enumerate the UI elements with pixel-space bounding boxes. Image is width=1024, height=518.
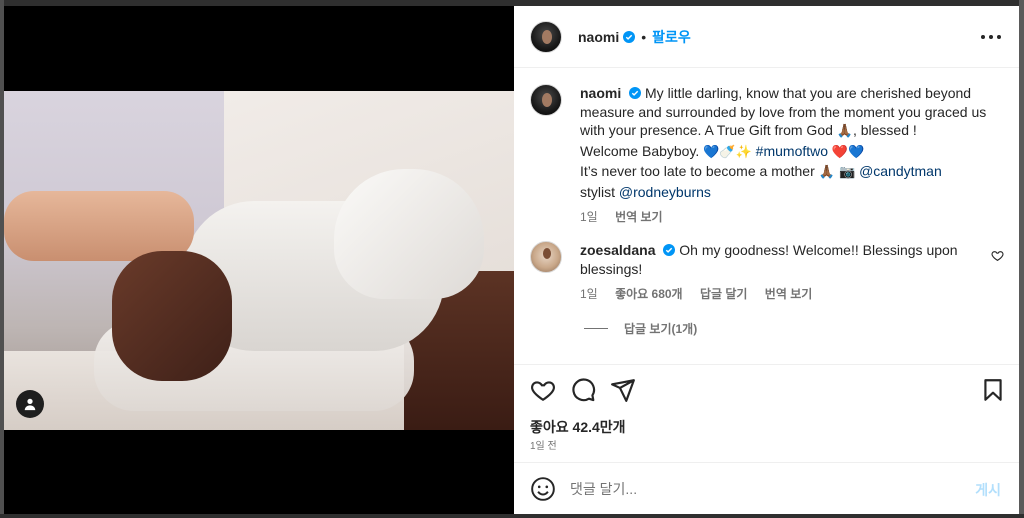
send-icon[interactable] bbox=[610, 377, 636, 403]
post-timestamp[interactable]: 1일 전 bbox=[530, 437, 557, 452]
post-header: naomi • 팔로우 bbox=[514, 6, 1019, 68]
mention-link[interactable]: @candytman bbox=[859, 163, 942, 179]
caption-line: My little darling, know that you are che… bbox=[645, 85, 972, 101]
comment-likes[interactable]: 좋아요 680개 bbox=[615, 287, 683, 301]
camera-emoji: 🙏🏾 📷 bbox=[818, 165, 856, 180]
comment-composer: 게시 bbox=[514, 462, 1019, 514]
caption-meta: 1일 번역 보기 bbox=[580, 208, 990, 227]
see-translation-button[interactable]: 번역 보기 bbox=[615, 210, 663, 224]
post-photo[interactable] bbox=[4, 91, 514, 430]
comment-text: zoesaldana Oh my goodness! Welcome!! Ble… bbox=[580, 241, 970, 304]
caption-line: It’s never too late to become a mother bbox=[580, 163, 815, 179]
hashtag-link[interactable]: #mumoftwo bbox=[756, 143, 828, 159]
caption-line: Welcome Babyboy. bbox=[580, 142, 700, 159]
comment-icon[interactable] bbox=[570, 377, 596, 403]
backdrop-bottom bbox=[0, 514, 1024, 518]
mention-link[interactable]: @rodneyburns bbox=[619, 184, 711, 200]
post-details-panel: naomi • 팔로우 naomi My little darling, kno… bbox=[514, 6, 1019, 514]
pray-emoji: 🙏🏾 bbox=[836, 124, 853, 139]
heart-icon[interactable] bbox=[530, 377, 556, 403]
photo-hand bbox=[112, 251, 232, 381]
caption-line: , blessed ! bbox=[852, 122, 917, 138]
reply-button[interactable]: 답글 달기 bbox=[700, 287, 748, 301]
smiley-icon[interactable] bbox=[530, 476, 556, 502]
commenter-avatar[interactable] bbox=[530, 241, 562, 273]
caption-line: measure and surrounded by love from the … bbox=[580, 103, 968, 120]
verified-badge-icon bbox=[629, 87, 642, 99]
post-comment-button[interactable]: 게시 bbox=[975, 480, 1001, 500]
see-translation-button[interactable]: 번역 보기 bbox=[765, 287, 813, 301]
caption-username[interactable]: naomi bbox=[580, 85, 621, 101]
comment-item: zoesaldana Oh my goodness! Welcome!! Ble… bbox=[530, 241, 1010, 304]
view-replies-label: 답글 보기(1개) bbox=[624, 322, 698, 336]
comment-like-heart-icon[interactable] bbox=[991, 249, 1004, 262]
comment-body: blessings! bbox=[580, 260, 643, 277]
post-media bbox=[4, 6, 514, 514]
caption-text: naomi My little darling, know that you a… bbox=[580, 84, 990, 227]
hearts-emoji: ❤️💙 bbox=[831, 144, 865, 160]
tagged-users-button[interactable] bbox=[16, 390, 44, 418]
author-username[interactable]: naomi bbox=[578, 29, 619, 45]
commenter-username[interactable]: zoesaldana bbox=[580, 242, 655, 258]
comment-meta: 1일 좋아요 680개 답글 달기 번역 보기 bbox=[580, 285, 970, 304]
author-avatar[interactable] bbox=[530, 20, 562, 53]
bookmark-icon[interactable] bbox=[980, 377, 1006, 403]
separator-dot: • bbox=[641, 28, 647, 45]
photo-baby-hat bbox=[334, 169, 484, 299]
verified-badge-icon bbox=[623, 30, 636, 43]
comment-input[interactable] bbox=[570, 477, 950, 501]
comment-timestamp[interactable]: 1일 bbox=[580, 287, 598, 301]
caption-line: stylist bbox=[580, 183, 615, 200]
hearts-emoji: 💙🍼✨ bbox=[703, 144, 752, 160]
view-replies-button[interactable]: 답글 보기(1개) bbox=[584, 320, 697, 337]
verified-badge-icon bbox=[663, 244, 676, 256]
person-icon bbox=[24, 398, 36, 411]
caption-timestamp[interactable]: 1일 bbox=[580, 210, 598, 224]
backdrop-right bbox=[1019, 0, 1024, 518]
likes-count[interactable]: 좋아요 42.4만개 bbox=[530, 417, 626, 437]
caption-avatar[interactable] bbox=[530, 84, 562, 116]
more-options-icon[interactable] bbox=[981, 28, 1001, 46]
follow-button[interactable]: 팔로우 bbox=[652, 27, 691, 47]
comment-body: Oh my goodness! Welcome!! Blessings upon bbox=[679, 242, 958, 258]
post-caption: naomi My little darling, know that you a… bbox=[530, 84, 1000, 227]
action-bar bbox=[514, 364, 1019, 414]
replies-line bbox=[584, 328, 608, 329]
